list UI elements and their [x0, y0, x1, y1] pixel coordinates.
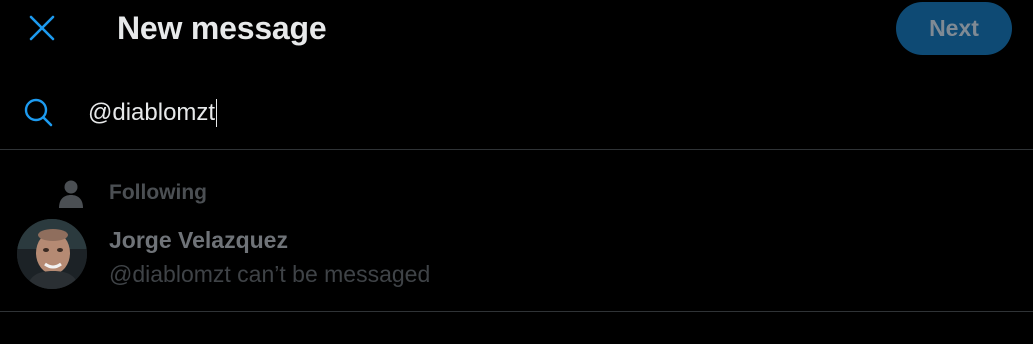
close-icon: [29, 15, 55, 41]
search-input[interactable]: @diablomzt: [88, 96, 988, 130]
new-message-dialog: New message Next @diablomzt Following Jo…: [0, 0, 1033, 344]
user-status: @diablomzt can’t be messaged: [109, 261, 431, 287]
next-button[interactable]: Next: [896, 2, 1012, 55]
text-caret: [216, 99, 218, 127]
dialog-header: New message Next: [0, 0, 1033, 58]
search-input-value: @diablomzt: [88, 99, 216, 126]
search-icon: [24, 98, 53, 127]
search-bar[interactable]: @diablomzt: [0, 74, 1033, 150]
close-button[interactable]: [20, 8, 64, 48]
avatar-image: [17, 219, 87, 289]
avatar: [17, 219, 87, 289]
following-context: Following: [0, 177, 400, 209]
list-item[interactable]: Following Jorge Velazquez @diablomzt can…: [0, 151, 1033, 312]
page-title: New message: [117, 10, 327, 46]
following-label: Following: [109, 181, 207, 204]
user-name: Jorge Velazquez: [109, 227, 288, 253]
person-icon: [59, 180, 83, 208]
